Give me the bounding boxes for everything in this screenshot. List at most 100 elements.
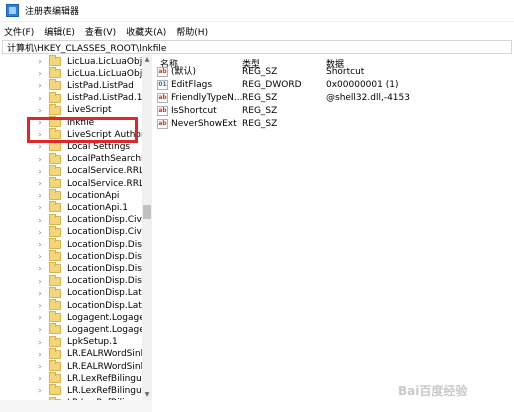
scroll-down-arrow-icon[interactable]: ▼ (142, 390, 152, 400)
tree-horizontal-scrollbar[interactable] (0, 400, 152, 412)
folder-icon (49, 189, 61, 201)
expand-chevron-icon[interactable]: › (36, 228, 44, 237)
folder-icon (49, 164, 61, 176)
expand-chevron-icon[interactable]: › (36, 264, 44, 273)
tree-item[interactable]: › LocationDisp.CivicAc (0, 213, 152, 227)
value-row[interactable]: 01 EditFlags REG_DWORD 0x00000001 (1) (154, 79, 514, 92)
menu-file[interactable]: 文件(F) (4, 25, 34, 38)
tree-item[interactable]: › LocalService.RRLoca (0, 177, 151, 190)
expand-chevron-icon[interactable]: › (36, 216, 44, 225)
value-name: EditFlags (171, 80, 213, 90)
expand-chevron-icon[interactable]: › (36, 57, 44, 66)
address-bar[interactable]: 计算机\HKEY_CLASSES_ROOT\lnkfile (2, 40, 512, 54)
tree-item[interactable]: › LicLua.LicLuaObject (0, 55, 152, 68)
tree-item[interactable]: › Logagent.Logagent (0, 311, 151, 324)
tree-item[interactable]: › LR.EALRWordSink (0, 347, 146, 361)
folder-icon (49, 79, 61, 91)
tree-item[interactable]: › LiveScript (0, 103, 112, 117)
expand-chevron-icon[interactable]: › (36, 374, 44, 383)
expand-chevron-icon[interactable]: › (36, 289, 44, 298)
folder-icon (49, 347, 61, 359)
tree-item-label: LicLua.LicLuaObject (67, 56, 152, 67)
expand-chevron-icon[interactable]: › (36, 179, 44, 188)
folder-icon (49, 177, 61, 188)
expand-chevron-icon[interactable]: › (36, 325, 44, 334)
tree-item-label: LocationDisp.DispCi (67, 239, 152, 250)
tree-item[interactable]: › LR.LexRefBilingualSe (0, 384, 151, 397)
expand-chevron-icon[interactable]: › (36, 106, 44, 115)
tree-item-label: LocationDisp.LatLon (67, 300, 152, 311)
expand-chevron-icon[interactable]: › (36, 167, 44, 176)
tree-item[interactable]: › LocationDisp.DispCi (0, 238, 152, 251)
scroll-up-arrow-icon[interactable]: ▲ (142, 55, 152, 65)
tree-item[interactable]: › LocationDisp.CivicAc (0, 225, 151, 239)
menu-view[interactable]: 查看(V) (85, 25, 116, 38)
registry-key-tree[interactable]: › LicLua.LicLuaObject › LicLua.LicLuaObject… (0, 55, 152, 400)
tree-item[interactable]: › LocationApi.1 (0, 201, 128, 214)
tree-item[interactable]: › ListPad.ListPad (0, 79, 134, 92)
expand-chevron-icon[interactable]: › (36, 277, 44, 286)
string-value-icon: ab (157, 93, 168, 103)
tree-item[interactable]: › LpkSetup.1 (0, 335, 118, 349)
tree-item-label: LocationDisp.DispCi (67, 251, 152, 262)
menu-edit[interactable]: 编辑(E) (44, 25, 75, 38)
folder-icon (49, 311, 61, 323)
value-data: Shortcut (326, 67, 365, 77)
expand-chevron-icon[interactable]: › (36, 142, 44, 151)
value-type: REG_SZ (242, 67, 278, 77)
expand-chevron-icon[interactable]: › (36, 350, 44, 359)
expand-chevron-icon[interactable]: › (36, 362, 44, 371)
tree-item[interactable]: › LocationDisp.DispCi (0, 250, 152, 263)
value-type: REG_SZ (242, 119, 278, 129)
folder-icon (49, 384, 61, 396)
tree-item[interactable]: › LocalPathSearchProv (0, 152, 151, 166)
value-name: FriendlyTypeN... (171, 93, 243, 103)
folder-icon (49, 299, 61, 310)
tree-item[interactable]: › ListPad.ListPad.1 (0, 91, 142, 105)
folder-icon (49, 140, 61, 152)
expand-chevron-icon[interactable]: › (36, 203, 44, 212)
tree-item-label: Local Settings (67, 141, 131, 152)
value-row[interactable]: ab FriendlyTypeN... REG_SZ @shell32.dll,-41… (154, 92, 514, 105)
expand-chevron-icon[interactable]: › (36, 69, 44, 78)
value-name: NeverShowExt (171, 119, 237, 129)
tree-item[interactable]: › LocalService.RRLoca (0, 164, 151, 178)
value-row[interactable]: ab NeverShowExt REG_SZ (154, 118, 514, 131)
expand-chevron-icon[interactable]: › (36, 81, 44, 90)
string-value-icon: ab (157, 67, 168, 77)
menu-bar: 文件(F) 编辑(E) 查看(V) 收藏夹(A) 帮助(H) (0, 23, 514, 39)
scroll-thumb[interactable] (143, 205, 151, 219)
tree-scrollbar[interactable]: ▲ ▼ (142, 55, 152, 400)
tree-item[interactable]: › LR.EALRWordSink.1 (0, 360, 151, 373)
tree-item-label: LiveScript (67, 105, 112, 116)
tree-item[interactable]: › LocationDisp.DispLa (0, 274, 151, 288)
menu-help[interactable]: 帮助(H) (176, 25, 208, 38)
expand-chevron-icon[interactable]: › (36, 338, 44, 347)
value-row[interactable]: ab IsShortcut REG_SZ (154, 105, 514, 118)
binary-value-icon: 01 (157, 80, 168, 90)
tree-item[interactable]: › LocationDisp.DispLa (0, 262, 151, 275)
tree-item-label: LR.EALRWordSink (67, 349, 146, 360)
folder-icon (49, 103, 61, 115)
tree-item[interactable]: › LicLua.LicLuaObject. (0, 67, 151, 80)
menu-favorites[interactable]: 收藏夹(A) (126, 25, 166, 38)
expand-chevron-icon[interactable]: › (36, 301, 44, 310)
expand-chevron-icon[interactable]: › (36, 155, 44, 164)
tree-item-label: ListPad.ListPad (67, 80, 134, 91)
expand-chevron-icon[interactable]: › (36, 191, 44, 200)
expand-chevron-icon[interactable]: › (36, 94, 44, 103)
tree-item[interactable]: › LocationDisp.LatLon (0, 299, 152, 312)
folder-icon (49, 323, 61, 335)
value-type: REG_SZ (242, 106, 278, 116)
tree-item-label: LocationDisp.CivicAc (67, 215, 152, 226)
tree-item[interactable]: › LocationApi (0, 189, 119, 202)
value-row[interactable]: ab (默认) REG_SZ Shortcut (154, 66, 514, 79)
folder-icon (49, 55, 61, 66)
tree-item[interactable]: › Logagent.Logagent. (0, 323, 151, 336)
expand-chevron-icon[interactable]: › (36, 240, 44, 249)
tree-item[interactable]: › LR.LexRefBilingualSe (0, 372, 151, 385)
expand-chevron-icon[interactable]: › (36, 313, 44, 322)
expand-chevron-icon[interactable]: › (36, 252, 44, 261)
tree-item[interactable]: › LocationDisp.LatLon (0, 286, 151, 300)
expand-chevron-icon[interactable]: › (36, 386, 44, 395)
